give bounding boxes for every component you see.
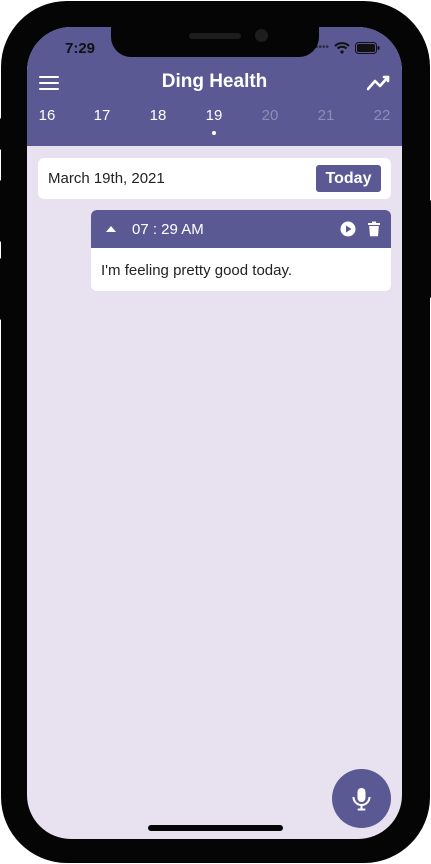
entry-header: 07 : 29 AM [91, 210, 391, 248]
record-button[interactable] [332, 769, 391, 828]
day-16[interactable]: 16 [29, 107, 65, 124]
app-header: 7:29 •••• Ding Health 16 17 18 19 20 21 … [27, 27, 402, 146]
today-button[interactable]: Today [316, 165, 381, 192]
day-19-selected[interactable]: 19 [196, 107, 232, 135]
front-camera [255, 29, 268, 42]
play-circle-icon[interactable] [340, 221, 356, 237]
home-indicator[interactable] [148, 825, 283, 831]
current-date: March 19th, 2021 [48, 170, 165, 187]
day-label: 19 [205, 107, 223, 124]
day-selector: 16 17 18 19 20 21 22 [27, 107, 402, 137]
journal-entry: 07 : 29 AM I'm feeling pretty good today… [91, 210, 391, 291]
entry-time: 07 : 29 AM [132, 221, 204, 238]
day-21[interactable]: 21 [308, 107, 344, 124]
day-18[interactable]: 18 [140, 107, 176, 124]
wifi-icon [334, 42, 350, 54]
status-time: 7:29 [65, 40, 96, 57]
speaker-grille [189, 33, 241, 39]
app-screen: 7:29 •••• Ding Health 16 17 18 19 20 21 … [27, 27, 402, 839]
entry-text: I'm feeling pretty good today. [101, 262, 293, 279]
phone-device: 7:29 •••• Ding Health 16 17 18 19 20 21 … [0, 0, 431, 864]
app-title: Ding Health [161, 71, 268, 92]
day-20[interactable]: 20 [252, 107, 288, 124]
date-bar: March 19th, 2021 Today [38, 158, 391, 199]
microphone-icon [352, 788, 371, 811]
battery-icon [355, 42, 380, 54]
trend-line-icon[interactable] [367, 73, 391, 93]
day-17[interactable]: 17 [84, 107, 120, 124]
selected-day-dot [212, 131, 216, 135]
day-22[interactable]: 22 [364, 107, 400, 124]
device-notch [111, 27, 319, 57]
caret-up-icon[interactable] [105, 224, 117, 234]
status-icons: •••• [315, 42, 380, 54]
trash-icon[interactable] [367, 221, 381, 237]
